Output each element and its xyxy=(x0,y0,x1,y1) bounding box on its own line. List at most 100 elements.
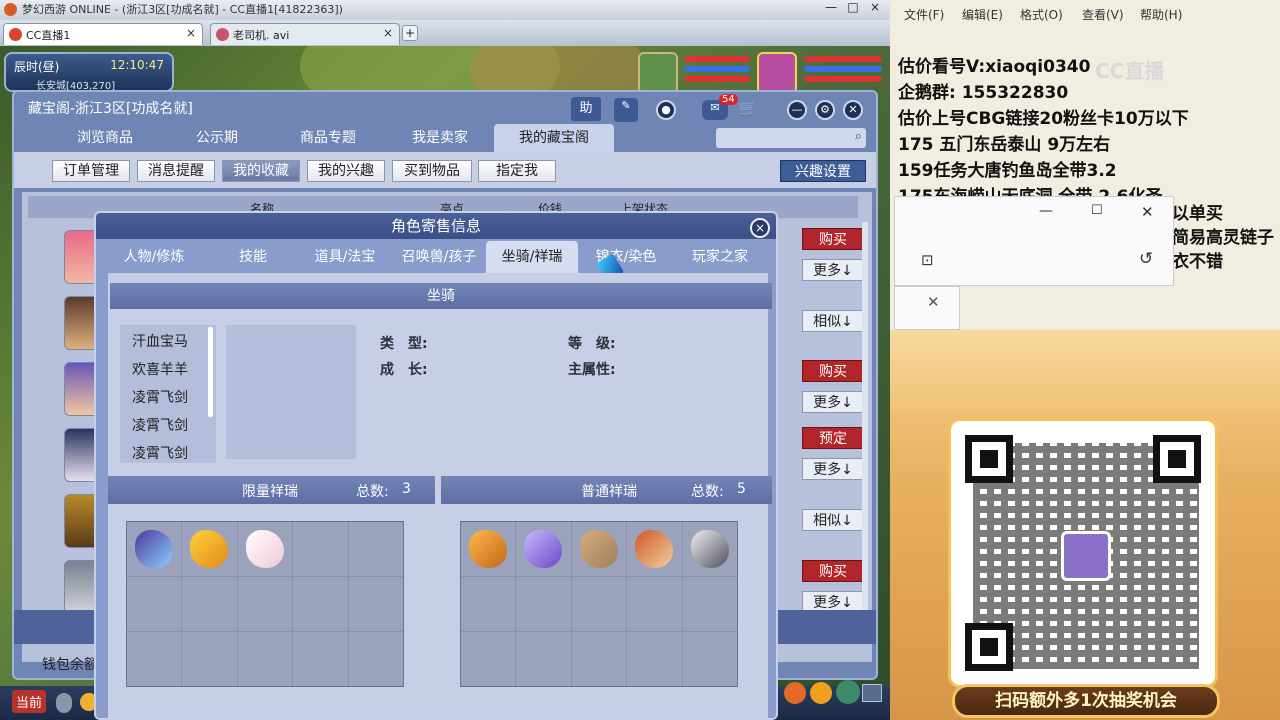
grid-slot[interactable] xyxy=(461,522,516,576)
event-icon[interactable] xyxy=(810,682,832,704)
grid-slot[interactable] xyxy=(182,522,237,576)
grid-slot[interactable] xyxy=(348,577,403,631)
player-portrait[interactable] xyxy=(757,52,797,94)
new-tab-button[interactable]: + xyxy=(402,25,418,41)
popup-close-button[interactable]: ✕ xyxy=(1141,203,1154,221)
purchased-items-button[interactable]: 买到物品 xyxy=(392,160,472,182)
my-interests-button[interactable]: 我的兴趣 xyxy=(307,160,385,182)
minimize-panel-button[interactable]: — xyxy=(787,100,807,120)
grid-slot[interactable] xyxy=(627,577,682,631)
grid-slot[interactable] xyxy=(682,522,737,576)
record-icon[interactable]: ● xyxy=(656,100,676,120)
tab-character[interactable]: 人物/修炼 xyxy=(108,241,200,273)
nav-topics[interactable]: 商品专题 xyxy=(278,124,378,152)
nav-browse[interactable]: 浏览商品 xyxy=(50,124,160,152)
activity-icon[interactable] xyxy=(784,682,806,704)
interest-settings-button[interactable]: 兴趣设置 xyxy=(780,160,866,182)
grid-slot[interactable] xyxy=(182,632,237,686)
grid-slot[interactable] xyxy=(461,577,516,631)
grid-slot[interactable] xyxy=(348,522,403,576)
mount-list-item[interactable]: 汗血宝马 xyxy=(132,331,188,351)
grid-slot[interactable] xyxy=(516,632,571,686)
help-button[interactable]: 助 xyxy=(571,97,601,121)
qr-code[interactable] xyxy=(948,418,1218,688)
grid-slot[interactable] xyxy=(127,577,182,631)
tab-mounts[interactable]: 坐骑/祥瑞 xyxy=(486,241,578,273)
more-button[interactable]: 更多↓ xyxy=(802,391,864,413)
minimize-button[interactable]: — xyxy=(820,0,842,14)
buy-button[interactable]: 购买 xyxy=(802,360,864,382)
tab-skills[interactable]: 技能 xyxy=(208,241,298,273)
mount-list-item[interactable]: 凌霄飞剑 xyxy=(132,387,188,407)
mount-list-scrollbar[interactable] xyxy=(208,327,213,417)
cart-icon[interactable]: 🛒 xyxy=(738,100,758,120)
current-channel-button[interactable]: 当前 xyxy=(12,690,47,713)
helper-icon[interactable] xyxy=(836,680,860,704)
tab-items[interactable]: 道具/法宝 xyxy=(300,241,390,273)
tab-close-icon[interactable]: × xyxy=(186,26,196,40)
menu-edit[interactable]: 编辑(E) xyxy=(962,6,1003,23)
grid-slot[interactable] xyxy=(627,632,682,686)
my-favorites-button[interactable]: 我的收藏 xyxy=(222,160,300,182)
tab-summons[interactable]: 召唤兽/孩子 xyxy=(392,241,486,273)
nav-seller[interactable]: 我是卖家 xyxy=(390,124,490,152)
popup-layout-icon[interactable]: ⊡ xyxy=(921,251,934,269)
more-button[interactable]: 更多↓ xyxy=(802,259,864,281)
grid-slot[interactable] xyxy=(127,632,182,686)
grid-slot[interactable] xyxy=(571,522,627,576)
mount-list-item[interactable]: 凌霄飞剑 xyxy=(132,415,188,435)
message-reminder-button[interactable]: 消息提醒 xyxy=(137,160,215,182)
microphone-icon[interactable] xyxy=(56,693,72,713)
similar-button[interactable]: 相似↓ xyxy=(802,310,864,332)
grid-slot[interactable] xyxy=(182,577,237,631)
maximize-button[interactable]: □ xyxy=(842,0,864,14)
grid-slot[interactable] xyxy=(627,522,682,576)
tab-close-icon[interactable]: × xyxy=(383,26,393,40)
menu-format[interactable]: 格式(O) xyxy=(1020,6,1063,23)
search-icon[interactable]: ⌕ xyxy=(855,129,862,144)
assigned-to-me-button[interactable]: 指定我 xyxy=(478,160,556,182)
popup-panel-close-button[interactable]: ✕ xyxy=(927,293,940,311)
pet-portrait[interactable] xyxy=(638,52,678,94)
grid-slot[interactable] xyxy=(348,632,403,686)
grid-slot[interactable] xyxy=(682,632,737,686)
close-window-button[interactable]: × xyxy=(864,0,886,14)
grid-slot[interactable] xyxy=(127,522,182,576)
more-button[interactable]: 更多↓ xyxy=(802,458,864,480)
popup-history-icon[interactable]: ↺ xyxy=(1139,249,1153,269)
grid-slot[interactable] xyxy=(516,577,571,631)
system-icon[interactable] xyxy=(862,684,882,702)
tab-video[interactable]: 老司机. avi × xyxy=(210,23,400,45)
menu-file[interactable]: 文件(F) xyxy=(904,6,944,23)
nav-public[interactable]: 公示期 xyxy=(172,124,262,152)
search-input[interactable]: ⌕ xyxy=(716,128,866,148)
tab-home[interactable]: 玩家之家 xyxy=(674,241,766,273)
grid-slot[interactable] xyxy=(293,522,348,576)
pin-icon[interactable]: ✎ xyxy=(614,98,638,122)
grid-slot[interactable] xyxy=(293,577,348,631)
close-panel-button[interactable]: ✕ xyxy=(843,100,863,120)
mount-list-item[interactable]: 欢喜羊羊 xyxy=(132,359,188,379)
tab-outfits[interactable]: 锦衣/染色 xyxy=(580,241,672,273)
menu-view[interactable]: 查看(V) xyxy=(1082,6,1124,23)
grid-slot[interactable] xyxy=(237,577,293,631)
tab-cc-live[interactable]: CC直播1 × xyxy=(3,23,203,45)
dialog-close-button[interactable]: × xyxy=(750,218,770,238)
grid-slot[interactable] xyxy=(516,522,571,576)
buy-button[interactable]: 购买 xyxy=(802,560,864,582)
menu-help[interactable]: 帮助(H) xyxy=(1140,6,1182,23)
buy-button[interactable]: 购买 xyxy=(802,228,864,250)
popup-minimize-button[interactable]: — xyxy=(1039,203,1053,219)
list-scrollbar[interactable] xyxy=(862,222,868,642)
similar-button[interactable]: 相似↓ xyxy=(802,509,864,531)
grid-slot[interactable] xyxy=(571,632,627,686)
reserve-button[interactable]: 预定 xyxy=(802,427,864,449)
grid-slot[interactable] xyxy=(237,522,293,576)
grid-slot[interactable] xyxy=(237,632,293,686)
grid-slot[interactable] xyxy=(293,632,348,686)
mount-list-item[interactable]: 凌霄飞剑 xyxy=(132,443,188,459)
order-management-button[interactable]: 订单管理 xyxy=(52,160,130,182)
grid-slot[interactable] xyxy=(461,632,516,686)
nav-my-pavilion[interactable]: 我的藏宝阁 xyxy=(494,124,614,152)
grid-slot[interactable] xyxy=(682,577,737,631)
